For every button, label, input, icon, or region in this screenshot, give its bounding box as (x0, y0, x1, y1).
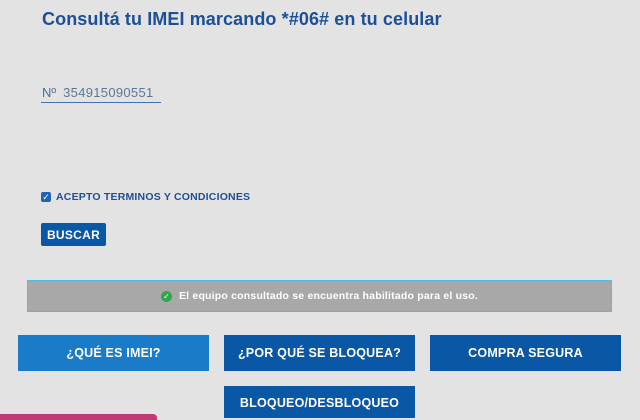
terms-checkbox[interactable]: ✓ (41, 192, 51, 202)
why-blocked-button[interactable]: ¿POR QUÉ SE BLOQUEA? (224, 335, 415, 371)
imei-value[interactable]: 354915090551 (63, 85, 153, 100)
block-unblock-button[interactable]: BLOQUEO/DESBLOQUEO (224, 386, 415, 418)
imei-input[interactable]: Nº 354915090551 (41, 83, 161, 103)
pink-tab-edge[interactable] (0, 414, 157, 420)
safe-purchase-button[interactable]: COMPRA SEGURA (430, 335, 621, 371)
what-is-imei-button[interactable]: ¿QUÉ ES IMEI? (18, 335, 209, 371)
terms-row: ✓ ACEPTO TERMINOS Y CONDICIONES (41, 191, 250, 203)
check-circle-icon: ✓ (160, 290, 172, 302)
imei-prefix: Nº (42, 85, 57, 100)
terms-label[interactable]: ACEPTO TERMINOS Y CONDICIONES (56, 191, 250, 203)
result-message: ✓ El equipo consultado se encuentra habi… (27, 280, 612, 312)
result-text: El equipo consultado se encuentra habili… (178, 290, 479, 302)
page-title: Consultá tu IMEI marcando *#06# en tu ce… (42, 9, 442, 29)
search-button[interactable]: BUSCAR (41, 223, 106, 246)
